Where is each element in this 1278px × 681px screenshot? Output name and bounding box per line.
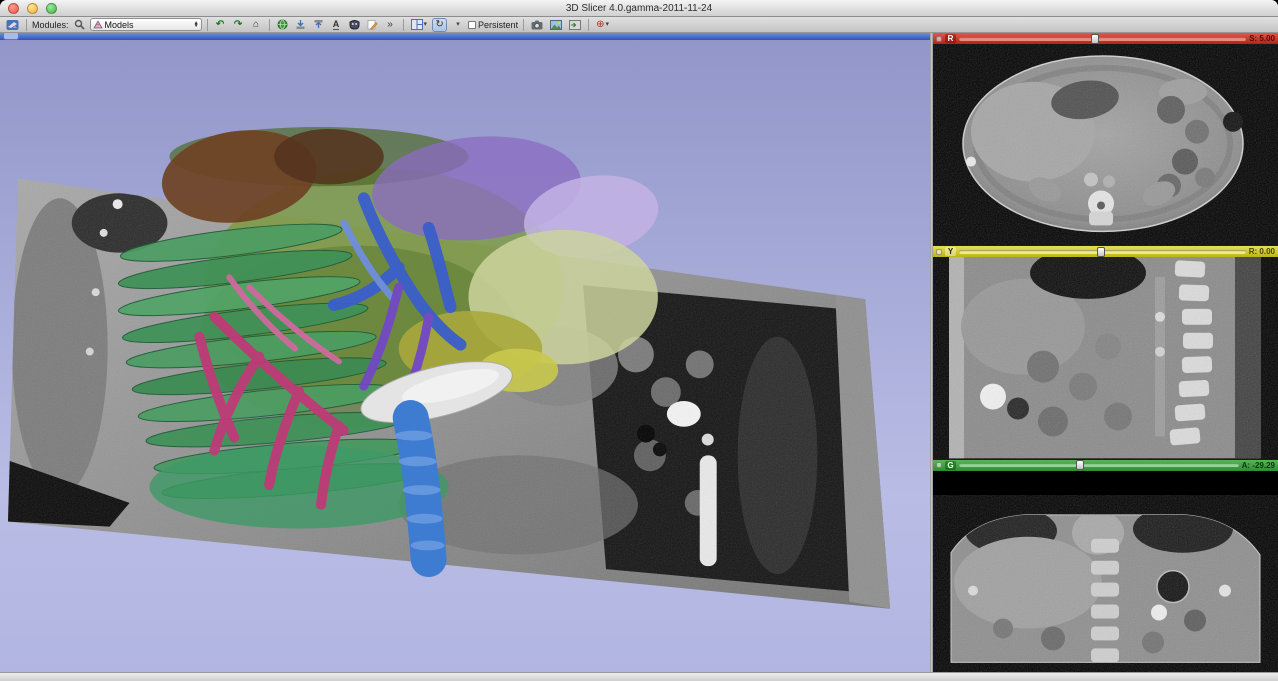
home-icon: ⌂ [253, 20, 259, 30]
minimize-button[interactable] [27, 3, 38, 14]
red-slice-view: R S: 5.00 [933, 33, 1278, 245]
status-bar [0, 672, 1278, 681]
rotate-icon: ↻ [435, 20, 443, 30]
load-data-icon [295, 19, 306, 30]
annotation-a-icon: A [333, 20, 340, 30]
coronal-slice-image[interactable] [933, 471, 1278, 672]
search-icon [74, 19, 85, 30]
back-icon: ↶ [216, 20, 224, 30]
pushpin-icon[interactable] [936, 36, 942, 42]
toolbar-separator [523, 19, 524, 31]
main-content: R S: 5.00 [0, 33, 1278, 672]
history-forward-button[interactable]: ↷ [231, 18, 246, 32]
rotate-mode-button[interactable]: ↻ [432, 18, 447, 32]
toolbar-overflow-button[interactable]: » [383, 18, 398, 32]
slicer-window: 3D Slicer 4.0.gamma-2011-11-24 Modules: … [0, 0, 1278, 681]
crosshair-toggle-button[interactable]: ⊕ ▾ [594, 18, 611, 32]
main-toolbar: Modules: Models ▲▼ ↶ ↷ ⌂ A » [0, 17, 1278, 33]
window-title: 3D Slicer 4.0.gamma-2011-11-24 [0, 3, 1278, 14]
models-module-icon [93, 20, 103, 30]
scene-view-add-button[interactable] [548, 18, 564, 32]
threed-scene[interactable] [0, 40, 930, 672]
window-titlebar[interactable]: 3D Slicer 4.0.gamma-2011-11-24 [0, 0, 1278, 17]
slice-panel: R S: 5.00 [933, 33, 1278, 672]
yellow-slice-offset-value: R: 0.00 [1249, 247, 1275, 256]
green-slider-handle[interactable] [1076, 460, 1084, 470]
scene-view-restore-icon [569, 20, 581, 30]
history-back-button[interactable]: ↶ [213, 18, 228, 32]
green-slice-offset-slider[interactable] [959, 463, 1239, 467]
dropdown-caret-icon: ▾ [456, 21, 460, 28]
green-slice-offset-value: A: -29.29 [1242, 461, 1275, 470]
yellow-slice-menu-button[interactable]: Y [945, 247, 956, 256]
camera-icon [531, 20, 543, 30]
home-module-button[interactable]: ⌂ [249, 18, 264, 32]
globe-icon [277, 19, 288, 30]
pushpin-icon[interactable] [936, 462, 942, 468]
green-slice-view: G A: -29.29 [933, 459, 1278, 672]
forward-icon: ↷ [234, 20, 242, 30]
screenshot-button[interactable] [529, 18, 545, 32]
dropdown-caret-icon: ▾ [605, 21, 609, 28]
module-search-button[interactable] [72, 18, 87, 32]
red-slice-offset-value: S: 5.00 [1249, 34, 1275, 43]
editor-button[interactable] [365, 18, 380, 32]
layout-grid-icon [411, 19, 423, 30]
green-slice-menu-button[interactable]: G [945, 461, 956, 470]
extensions-button[interactable] [275, 18, 290, 32]
green-slice-controller: G A: -29.29 [933, 460, 1278, 471]
window-controls [8, 3, 57, 14]
layout-selector-button[interactable]: ▾ [409, 18, 430, 32]
yellow-slider-handle[interactable] [1097, 247, 1105, 257]
toolbar-separator [588, 19, 589, 31]
mask-icon [349, 20, 360, 30]
yellow-slice-view: Y R: 0.00 [933, 245, 1278, 458]
red-slice-offset-slider[interactable] [959, 37, 1246, 41]
save-data-button[interactable] [311, 18, 326, 32]
persistent-checkbox[interactable] [468, 21, 476, 29]
slicer-logo-button[interactable] [4, 18, 21, 32]
toolbar-separator [207, 19, 208, 31]
scene-view-icon [550, 20, 562, 30]
threed-canvas[interactable] [0, 40, 930, 672]
red-slider-handle[interactable] [1091, 34, 1099, 44]
zoom-button[interactable] [46, 3, 57, 14]
toolbar-separator [403, 19, 404, 31]
close-button[interactable] [8, 3, 19, 14]
persistent-toggle[interactable]: Persistent [468, 20, 518, 30]
save-data-icon [313, 19, 324, 30]
module-selector-value: Models [105, 20, 192, 30]
yellow-slice-offset-slider[interactable] [959, 250, 1246, 254]
dropdown-caret-icon: ▾ [424, 21, 428, 28]
crosshair-icon: ⊕ [596, 20, 604, 30]
threed-view-pin-tab[interactable] [3, 33, 19, 40]
modules-label: Modules: [32, 20, 69, 30]
toolbar-separator [26, 19, 27, 31]
axial-slice-image[interactable] [933, 44, 1278, 245]
combo-spinner-icon: ▲▼ [194, 22, 199, 28]
pencil-icon [367, 19, 378, 30]
scene-view-restore-button[interactable] [567, 18, 583, 32]
red-slice-menu-button[interactable]: R [945, 34, 956, 43]
threed-view-controller-bar[interactable] [0, 33, 930, 40]
sagittal-slice-image[interactable] [933, 257, 1278, 458]
persistent-label: Persistent [478, 20, 518, 30]
roi-mask-button[interactable] [347, 18, 362, 32]
threed-view [0, 33, 930, 672]
module-selector[interactable]: Models ▲▼ [90, 18, 202, 31]
load-data-button[interactable] [293, 18, 308, 32]
slicer-logo-icon [6, 19, 19, 31]
yellow-slice-controller: Y R: 0.00 [933, 246, 1278, 257]
pushpin-icon[interactable] [936, 249, 942, 255]
red-slice-controller: R S: 5.00 [933, 33, 1278, 44]
annotations-button[interactable]: A [329, 18, 344, 32]
mouse-mode-caret-button[interactable]: ▾ [450, 18, 465, 32]
toolbar-separator [269, 19, 270, 31]
